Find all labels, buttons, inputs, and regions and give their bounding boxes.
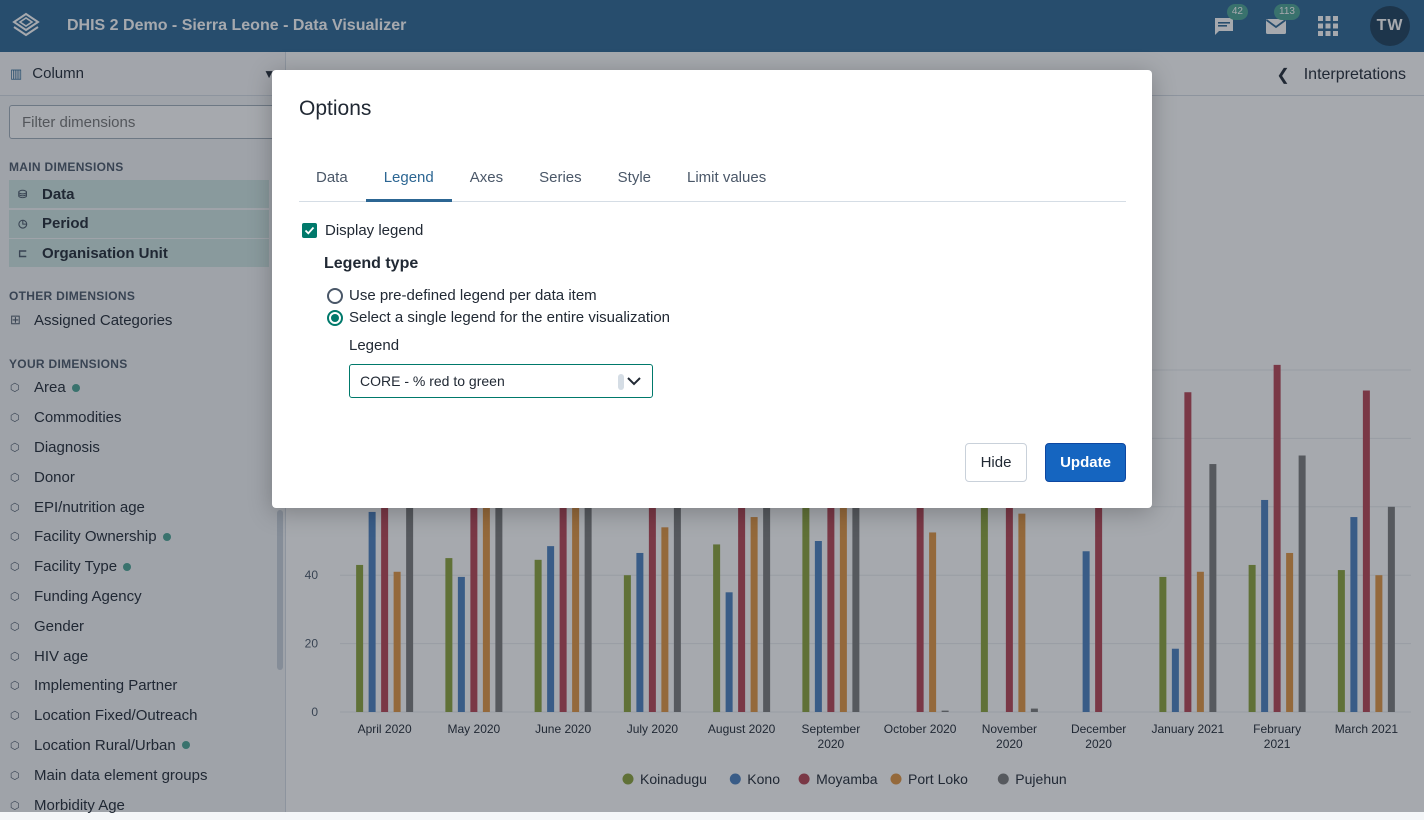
radio-single-legend[interactable]: Select a single legend for the entire vi…	[327, 309, 670, 326]
dialog-title: Options	[299, 97, 371, 121]
update-button[interactable]: Update	[1045, 443, 1126, 482]
display-legend-checkbox-row[interactable]: Display legend	[302, 222, 423, 239]
chevron-down-icon	[626, 373, 642, 389]
display-legend-label: Display legend	[325, 222, 423, 239]
radio-label: Select a single legend for the entire vi…	[349, 309, 670, 326]
hide-button[interactable]: Hide	[965, 443, 1027, 482]
options-dialog: Options Data Legend Axes Series Style Li…	[272, 70, 1152, 508]
tab-axes[interactable]: Axes	[452, 162, 521, 202]
legend-select-label: Legend	[349, 337, 399, 354]
tab-limit-values[interactable]: Limit values	[669, 162, 784, 202]
tab-series[interactable]: Series	[521, 162, 600, 202]
options-tabs: Data Legend Axes Series Style Limit valu…	[299, 162, 1126, 202]
tab-style[interactable]: Style	[600, 162, 669, 202]
radio-predefined-legend[interactable]: Use pre-defined legend per data item	[327, 287, 597, 304]
checkmark-icon	[304, 225, 315, 236]
legend-select[interactable]: CORE - % red to green	[349, 364, 653, 398]
legend-type-heading: Legend type	[324, 255, 418, 273]
legend-select-value: CORE - % red to green	[360, 373, 505, 389]
select-divider	[618, 374, 624, 390]
radio-button[interactable]	[327, 288, 343, 304]
radio-label: Use pre-defined legend per data item	[349, 287, 597, 304]
display-legend-checkbox[interactable]	[302, 223, 317, 238]
radio-button-selected[interactable]	[327, 310, 343, 326]
tab-data[interactable]: Data	[299, 162, 366, 202]
tab-legend[interactable]: Legend	[366, 162, 452, 202]
